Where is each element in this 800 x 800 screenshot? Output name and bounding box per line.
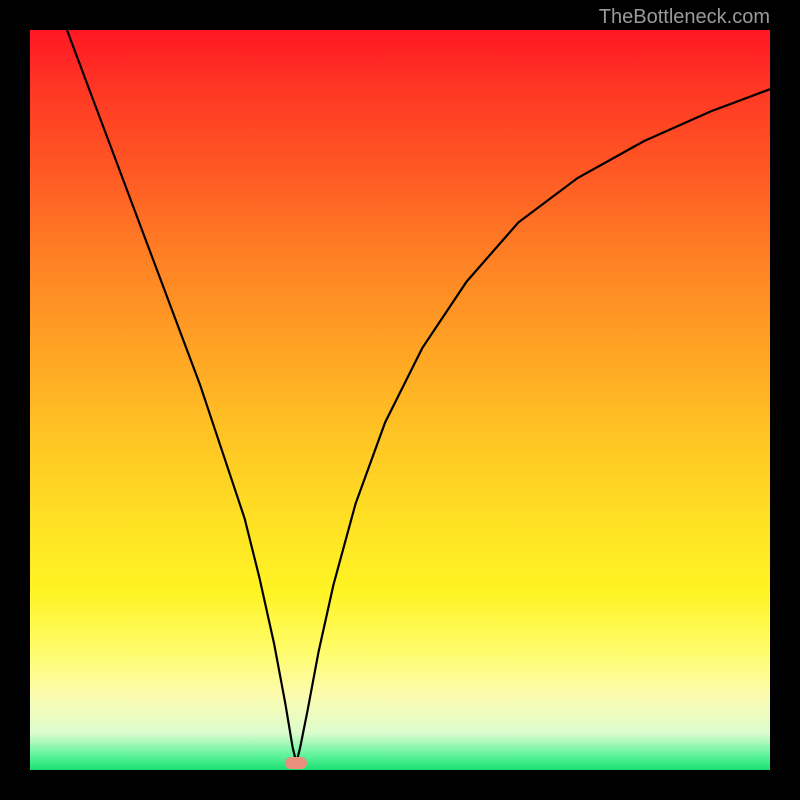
watermark-text: TheBottleneck.com bbox=[599, 6, 770, 29]
chart-plot-area bbox=[30, 30, 770, 770]
bottleneck-curve bbox=[30, 30, 770, 770]
minimum-marker bbox=[285, 757, 307, 769]
